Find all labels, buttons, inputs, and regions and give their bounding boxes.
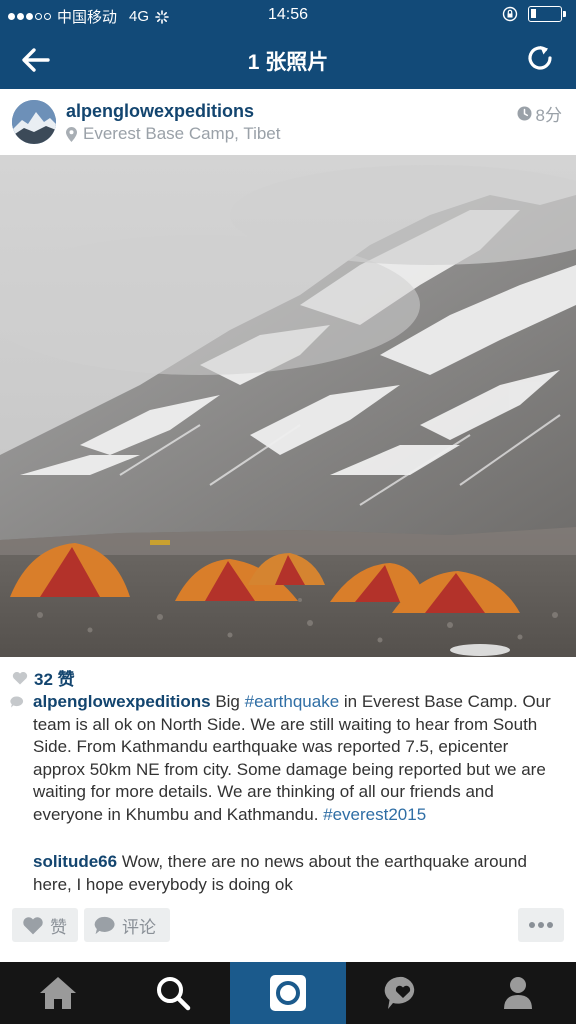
refresh-icon[interactable]	[524, 42, 556, 74]
clock-icon	[517, 106, 532, 121]
comment-button[interactable]: 评论	[84, 908, 170, 942]
tab-camera[interactable]	[230, 962, 346, 1024]
speech-bubble-icon	[94, 916, 115, 934]
profile-icon	[504, 977, 533, 1009]
comment-item: solitude66 Wow, there are no news about …	[10, 851, 564, 896]
post-username[interactable]: alpenglowexpeditions	[66, 101, 254, 122]
location-pin-icon	[66, 126, 77, 142]
post-time: 8分	[517, 101, 562, 126]
tab-home[interactable]	[0, 962, 115, 1024]
like-button[interactable]: 赞	[12, 908, 78, 942]
camera-icon	[270, 975, 306, 1011]
heart-icon	[12, 671, 28, 684]
status-time: 14:56	[267, 6, 309, 23]
location-text: Everest Base Camp, Tibet	[83, 124, 281, 143]
top-bar: 中国移动 4G 14:56 1 张照片	[0, 0, 576, 89]
comment-label: 评论	[122, 917, 156, 937]
caption-text-middle: in Everest Base Camp. Our team is all ok…	[33, 692, 551, 824]
orientation-lock-icon	[502, 6, 518, 22]
status-bar: 中国移动 4G 14:56	[0, 0, 576, 30]
post-location[interactable]: Everest Base Camp, Tibet	[66, 124, 280, 144]
hashtag-everest2015[interactable]: #everest2015	[323, 805, 426, 824]
nav-bar: 1 张照片	[0, 30, 576, 89]
caption-text-before: Big	[210, 692, 245, 711]
battery-icon	[528, 6, 566, 22]
nav-title: 1 张照片	[247, 51, 329, 74]
home-icon	[39, 977, 76, 1009]
post-header: alpenglowexpeditions Everest Base Camp, …	[0, 89, 576, 155]
caption-username[interactable]: alpenglowexpeditions	[33, 692, 211, 711]
status-right	[502, 6, 566, 22]
like-label: 赞	[50, 917, 67, 937]
activity-icon	[384, 976, 415, 1009]
search-icon	[156, 977, 191, 1011]
post-caption: alpenglowexpeditions Big #earthquake in …	[10, 691, 564, 826]
bottom-tab-bar	[0, 962, 576, 1024]
likes-text: 32 赞	[34, 670, 75, 689]
post-photo[interactable]	[0, 155, 576, 657]
comment-username[interactable]: solitude66	[33, 852, 117, 871]
post-actions: 赞 评论	[0, 908, 576, 944]
hashtag-earthquake[interactable]: #earthquake	[245, 692, 340, 711]
tab-profile[interactable]	[461, 962, 576, 1024]
heart-icon	[23, 916, 43, 934]
tab-activity[interactable]	[346, 962, 461, 1024]
avatar[interactable]	[12, 100, 56, 144]
tab-search[interactable]	[115, 962, 230, 1024]
time-ago-text: 8分	[535, 106, 562, 125]
more-options-button[interactable]	[518, 908, 564, 942]
speech-bubble-icon	[10, 696, 24, 708]
more-dots-icon	[529, 922, 553, 928]
likes-count[interactable]: 32 赞	[12, 665, 75, 690]
